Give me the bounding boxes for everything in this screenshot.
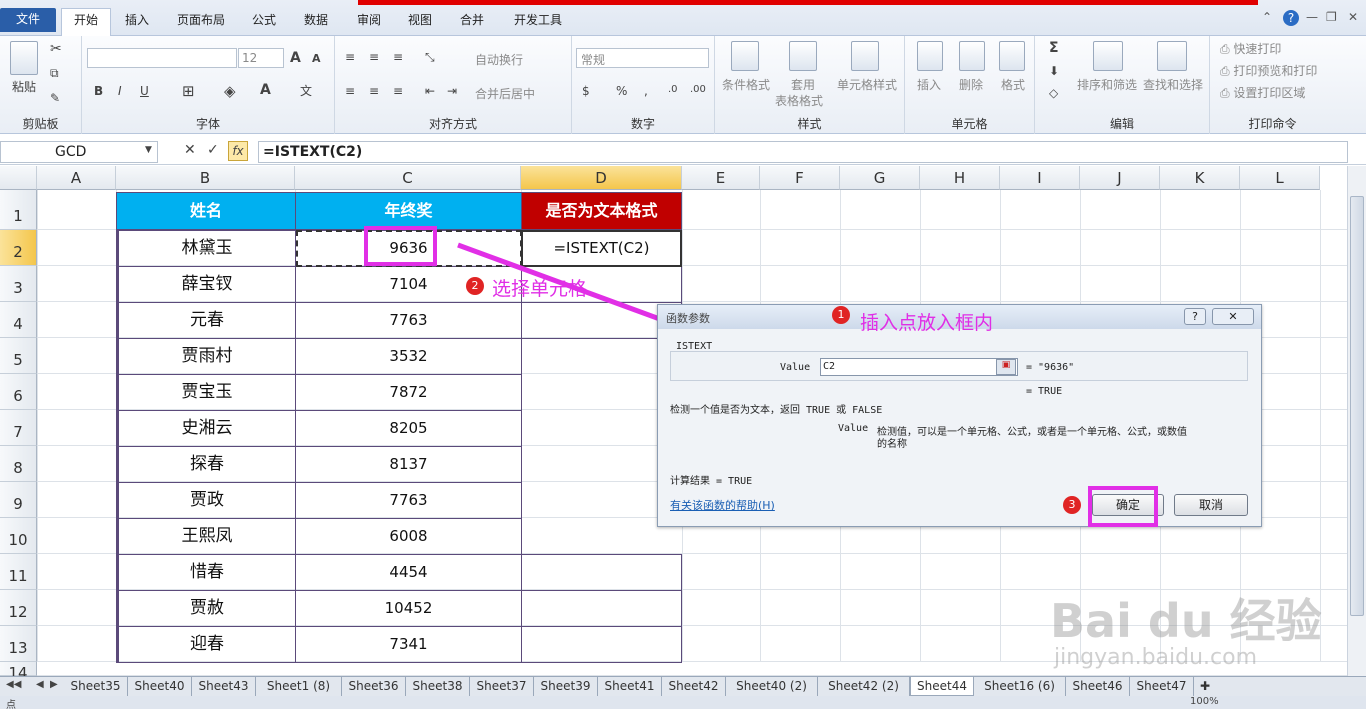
sheet-tab[interactable]: Sheet46 bbox=[1066, 677, 1130, 696]
dialog-close-icon[interactable]: ✕ bbox=[1212, 308, 1254, 325]
value-arg-text: C2 bbox=[823, 361, 836, 372]
vertical-scroll-thumb[interactable] bbox=[1350, 196, 1364, 616]
arg-result: = "9636" bbox=[1026, 362, 1075, 373]
vertical-scrollbar[interactable] bbox=[1347, 166, 1366, 676]
new-sheet-icon[interactable]: ✚ bbox=[1194, 677, 1216, 696]
calc-result: 计算结果 = TRUE bbox=[670, 476, 753, 487]
status-bar: 点 100% bbox=[0, 696, 1366, 709]
sheet-tab[interactable]: Sheet40 (2) bbox=[726, 677, 818, 696]
formula-result: = TRUE bbox=[1026, 386, 1063, 397]
cancel-button[interactable]: 取消 bbox=[1174, 494, 1248, 516]
collapse-dialog-icon[interactable]: ▣ bbox=[996, 359, 1016, 375]
dialog-help-icon[interactable]: ? bbox=[1184, 308, 1206, 325]
sheet-tab[interactable]: Sheet37 bbox=[470, 677, 534, 696]
arg-description-line1: 检测值，可以是一个单元格、公式，或者是一个单元格、公式，或数值 bbox=[877, 427, 1187, 438]
sheet-tab[interactable]: Sheet1 (8) bbox=[256, 677, 342, 696]
sheet-tab-bar: ◀◀ ◀ ▶ Sheet35 Sheet40 Sheet43 Sheet1 (8) Sh… bbox=[0, 676, 1366, 696]
zoom-level[interactable]: 100% bbox=[1190, 696, 1219, 707]
sheet-tab[interactable]: Sheet41 bbox=[598, 677, 662, 696]
function-help-link[interactable]: 有关该函数的帮助(H) bbox=[670, 497, 775, 513]
value-arg-input[interactable]: C2 bbox=[820, 358, 1018, 376]
sheet-nav-first-icon[interactable]: ◀◀ bbox=[6, 679, 21, 690]
annotation-insertion-point: 插入点放入框内 bbox=[860, 312, 994, 334]
highlight-ok-button bbox=[1088, 486, 1158, 527]
sheet-tab[interactable]: Sheet42 (2) bbox=[818, 677, 910, 696]
sheet-tab[interactable]: Sheet47 bbox=[1130, 677, 1194, 696]
arg-label: Value bbox=[780, 362, 811, 373]
badge-2: 2 bbox=[466, 277, 484, 295]
sheet-tab[interactable]: Sheet43 bbox=[192, 677, 256, 696]
status-text: 点 bbox=[6, 700, 16, 709]
sheet-nav-prev-icon[interactable]: ◀ bbox=[36, 679, 44, 690]
badge-1: 1 bbox=[832, 306, 850, 324]
sheet-tab[interactable]: Sheet16 (6) bbox=[974, 677, 1066, 696]
watermark-brand: Bai du 经验 bbox=[1050, 594, 1322, 648]
annotation-select-cell: 选择单元格 bbox=[492, 278, 588, 300]
sheet-tab[interactable]: Sheet35 bbox=[64, 677, 128, 696]
sheet-tab[interactable]: Sheet39 bbox=[534, 677, 598, 696]
sheet-tab[interactable]: Sheet44 bbox=[910, 677, 974, 696]
sheet-nav-next-icon[interactable]: ▶ bbox=[50, 679, 58, 690]
watermark-url: jingyan.baidu.com bbox=[1054, 645, 1258, 670]
excel-window: 文件 开始 插入 页面布局 公式 数据 审阅 视图 合并 开发工具 ⌃ ? — … bbox=[0, 0, 1366, 709]
sheet-tab[interactable]: Sheet40 bbox=[128, 677, 192, 696]
arg-desc-name: Value bbox=[838, 423, 869, 434]
badge-3: 3 bbox=[1063, 496, 1081, 514]
sheet-tab[interactable]: Sheet36 bbox=[342, 677, 406, 696]
sheet-tab[interactable]: Sheet38 bbox=[406, 677, 470, 696]
sheet-tab[interactable]: Sheet42 bbox=[662, 677, 726, 696]
function-arguments-dialog: 函数参数 ? ✕ ISTEXT Value C2 ▣ = "9636" = TR… bbox=[657, 304, 1262, 527]
function-description: 检测一个值是否为文本，返回 TRUE 或 FALSE bbox=[670, 405, 883, 416]
arg-description-line2: 的名称 bbox=[877, 439, 907, 450]
dialog-title: 函数参数 bbox=[666, 312, 710, 325]
